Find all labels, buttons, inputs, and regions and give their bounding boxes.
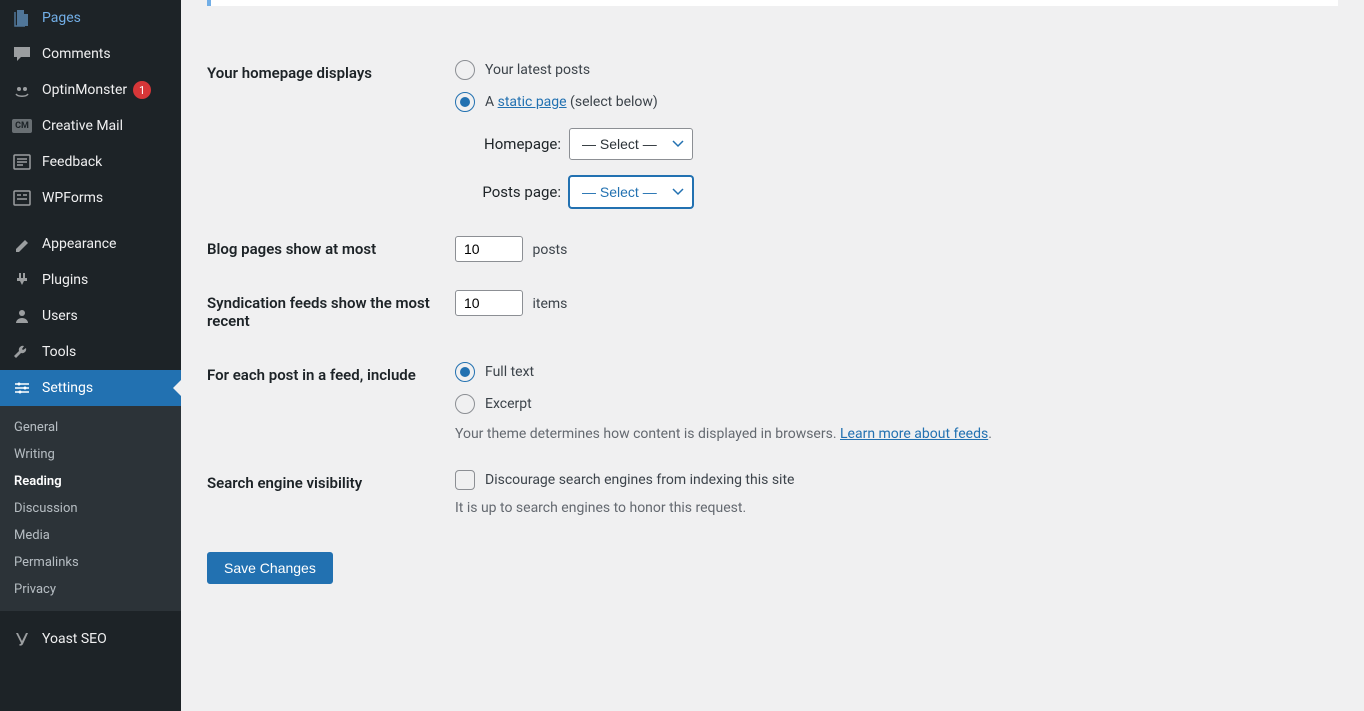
sidebar-item-label: Creative Mail	[42, 118, 123, 134]
sidebar-item-creativemail[interactable]: CM Creative Mail	[0, 108, 181, 144]
input-rss-items[interactable]	[455, 290, 523, 316]
users-icon	[12, 306, 32, 326]
tools-icon	[12, 342, 32, 362]
radio-label: Excerpt	[485, 396, 532, 412]
label-blog-pages: Blog pages show at most	[207, 222, 455, 276]
suffix-posts: posts	[532, 242, 567, 258]
sidebar-item-label: Tools	[42, 344, 76, 360]
sidebar-item-comments[interactable]: Comments	[0, 36, 181, 72]
sidebar-item-settings[interactable]: Settings	[0, 370, 181, 406]
sidebar-item-label: Feedback	[42, 154, 102, 170]
sidebar-item-tools[interactable]: Tools	[0, 334, 181, 370]
sidebar-item-label: Settings	[42, 380, 93, 396]
feedback-icon	[12, 152, 32, 172]
radio-label: A static page (select below)	[485, 94, 658, 110]
submenu-discussion[interactable]: Discussion	[0, 495, 181, 522]
admin-sidebar: Pages Comments OptinMonster 1 CM Creativ…	[0, 0, 181, 711]
sidebar-item-pages[interactable]: Pages	[0, 0, 181, 36]
label-homepage-displays: Your homepage displays	[207, 46, 455, 222]
plugins-icon	[12, 270, 32, 290]
label-homepage-select: Homepage:	[475, 135, 561, 153]
radio-label: Your latest posts	[485, 62, 590, 78]
learn-feeds-link[interactable]: Learn more about feeds	[840, 426, 988, 442]
search-visibility-desc: It is up to search engines to honor this…	[455, 500, 1328, 516]
comments-icon	[12, 44, 32, 64]
static-page-link[interactable]: static page	[498, 94, 567, 110]
sidebar-item-label: Plugins	[42, 272, 88, 288]
sidebar-item-label: WPForms	[42, 190, 103, 206]
wpforms-icon	[12, 188, 32, 208]
sidebar-item-feedback[interactable]: Feedback	[0, 144, 181, 180]
update-badge: 1	[133, 81, 151, 99]
settings-submenu: General Writing Reading Discussion Media…	[0, 406, 181, 611]
select-postspage[interactable]: — Select —	[569, 176, 693, 208]
sidebar-item-plugins[interactable]: Plugins	[0, 262, 181, 298]
sidebar-item-label: Users	[42, 308, 78, 324]
radio-static-page[interactable]	[455, 92, 475, 112]
label-feed-include: For each post in a feed, include	[207, 348, 455, 456]
radio-label: Full text	[485, 364, 534, 380]
sidebar-item-yoast[interactable]: Yoast SEO	[0, 621, 181, 657]
sidebar-item-optinmonster[interactable]: OptinMonster 1	[0, 72, 181, 108]
label-search-visibility: Search engine visibility	[207, 456, 455, 530]
sidebar-item-label: Comments	[42, 46, 111, 62]
checkbox-discourage-search[interactable]	[455, 470, 475, 490]
save-changes-button[interactable]: Save Changes	[207, 552, 333, 584]
sidebar-item-users[interactable]: Users	[0, 298, 181, 334]
optinmonster-icon	[12, 80, 32, 100]
label-syndication: Syndication feeds show the most recent	[207, 276, 455, 348]
yoast-icon	[12, 629, 32, 649]
sidebar-item-label: Appearance	[42, 236, 116, 252]
settings-icon	[12, 378, 32, 398]
input-posts-per-page[interactable]	[455, 236, 523, 262]
notice-bar	[207, 0, 1338, 6]
feed-description: Your theme determines how content is dis…	[455, 426, 1328, 442]
sidebar-item-appearance[interactable]: Appearance	[0, 226, 181, 262]
sidebar-item-label: Pages	[42, 10, 81, 26]
creativemail-icon: CM	[12, 116, 32, 136]
submenu-permalinks[interactable]: Permalinks	[0, 549, 181, 576]
suffix-items: items	[532, 296, 567, 312]
sidebar-item-label: OptinMonster	[42, 82, 127, 98]
label-postspage-select: Posts page:	[475, 183, 561, 201]
settings-reading-content: Your homepage displays Your latest posts…	[181, 0, 1364, 711]
pages-icon	[12, 8, 32, 28]
radio-excerpt[interactable]	[455, 394, 475, 414]
submenu-media[interactable]: Media	[0, 522, 181, 549]
checkbox-label: Discourage search engines from indexing …	[485, 472, 794, 488]
radio-latest-posts[interactable]	[455, 60, 475, 80]
select-homepage[interactable]: — Select —	[569, 128, 693, 160]
sidebar-item-label: Yoast SEO	[42, 631, 107, 647]
submenu-privacy[interactable]: Privacy	[0, 576, 181, 603]
appearance-icon	[12, 234, 32, 254]
submenu-reading[interactable]: Reading	[0, 468, 181, 495]
submenu-general[interactable]: General	[0, 414, 181, 441]
submenu-writing[interactable]: Writing	[0, 441, 181, 468]
sidebar-item-wpforms[interactable]: WPForms	[0, 180, 181, 216]
radio-full-text[interactable]	[455, 362, 475, 382]
